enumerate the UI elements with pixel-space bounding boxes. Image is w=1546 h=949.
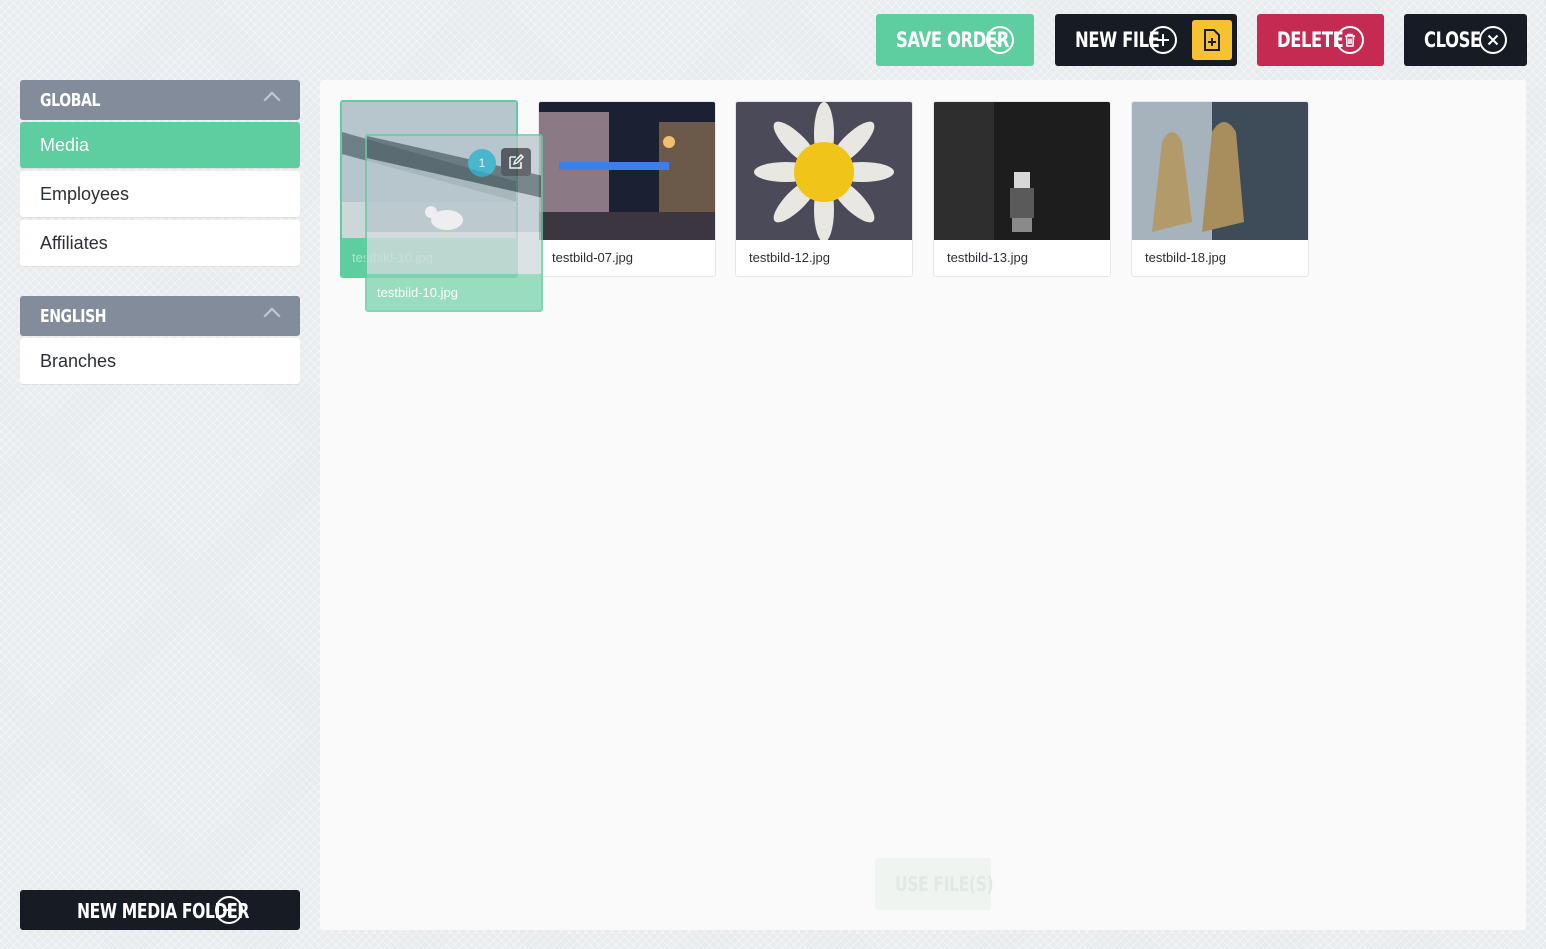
- delete-label: DELETE: [1277, 28, 1344, 52]
- sidebar-item-affiliates[interactable]: Affiliates: [20, 220, 300, 266]
- use-files-button[interactable]: USE FILE(S): [875, 858, 994, 910]
- drag-ghost-tile[interactable]: 1 testbild-10.jpg: [365, 134, 543, 312]
- thumbnail-image: [934, 102, 1110, 240]
- sidebar-group-title: ENGLISH: [40, 306, 107, 327]
- chevron-up-icon[interactable]: [263, 91, 281, 109]
- plus-circle-icon: [1149, 26, 1177, 54]
- file-name: testbild-18.jpg: [1145, 250, 1226, 265]
- edit-icon[interactable]: [501, 148, 531, 176]
- thumbnail-image: [1132, 102, 1308, 240]
- file-name: testbild-07.jpg: [552, 250, 633, 265]
- save-order-button[interactable]: SAVE ORDER: [876, 14, 1034, 66]
- close-button[interactable]: CLOSE: [1404, 14, 1527, 66]
- new-file-button[interactable]: NEW FILE: [1055, 14, 1237, 66]
- x-circle-icon: [1479, 26, 1507, 54]
- sidebar-group-title: GLOBAL: [40, 90, 101, 111]
- file-name: testbild-13.jpg: [947, 250, 1028, 265]
- delete-button[interactable]: DELETE: [1257, 14, 1384, 66]
- trash-icon: [1336, 26, 1364, 54]
- file-tile-testbild-13[interactable]: testbild-13.jpg: [933, 101, 1111, 277]
- new-file-label: NEW FILE: [1075, 28, 1160, 52]
- file-name: testbild-10.jpg: [377, 285, 458, 300]
- sidebar-group-english-header[interactable]: ENGLISH: [20, 296, 300, 336]
- sidebar-item-employees[interactable]: Employees: [20, 171, 300, 217]
- close-label: CLOSE: [1424, 28, 1481, 52]
- new-media-folder-button[interactable]: NEW MEDIA FOLDER: [20, 890, 300, 930]
- use-files-label: USE FILE(S): [895, 872, 994, 896]
- file-tile-testbild-18[interactable]: testbild-18.jpg: [1131, 101, 1309, 277]
- chevron-up-icon[interactable]: [263, 307, 281, 325]
- thumbnail-image: [539, 102, 715, 240]
- file-name: testbild-12.jpg: [749, 250, 830, 265]
- plus-circle-icon: [215, 896, 243, 924]
- file-tile-testbild-12[interactable]: testbild-12.jpg: [735, 101, 913, 277]
- sidebar-item-media[interactable]: Media: [20, 122, 300, 168]
- thumbnail-image: [736, 102, 912, 240]
- file-plus-icon[interactable]: [1192, 20, 1232, 60]
- sidebar-item-branches[interactable]: Branches: [20, 338, 300, 384]
- selection-count-badge: 1: [468, 149, 496, 177]
- sidebar-group-global-header[interactable]: GLOBAL: [20, 80, 300, 120]
- check-circle-icon: [986, 26, 1014, 54]
- file-tile-testbild-07[interactable]: testbild-07.jpg: [538, 101, 716, 277]
